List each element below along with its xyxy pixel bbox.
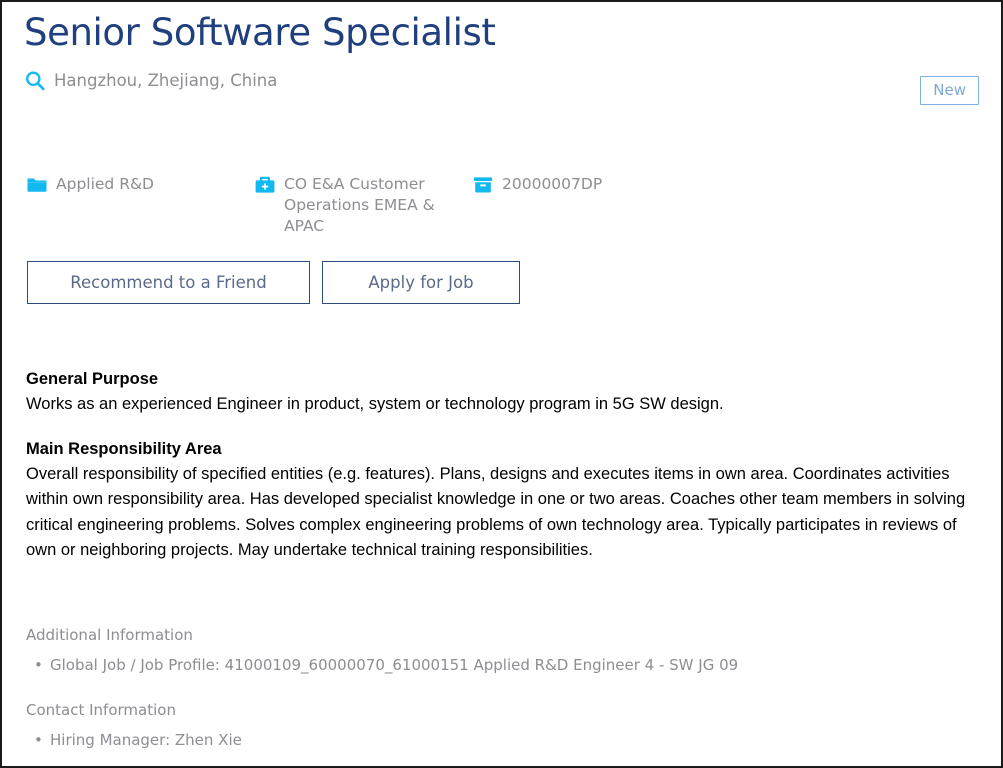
action-buttons: Recommend to a Friend Apply for Job [27, 261, 520, 304]
meta-item-organization: CO E&A Customer Operations EMEA & APAC [254, 174, 472, 237]
meta-text-organization: CO E&A Customer Operations EMEA & APAC [284, 175, 435, 235]
recommend-to-friend-button[interactable]: Recommend to a Friend [27, 261, 310, 304]
job-meta-row: Applied R&D CO E&A Customer Operations E… [26, 174, 602, 237]
meta-item-job-id: 20000007DP [472, 174, 602, 196]
footer-spacer [26, 675, 966, 700]
archive-box-icon [472, 174, 494, 196]
briefcase-icon [254, 174, 276, 196]
contact-information-label: Contact Information [26, 701, 176, 719]
section-body-general-purpose: Works as an experienced Engineer in prod… [26, 395, 724, 413]
section-heading-main-responsibility: Main Responsibility Area [26, 439, 222, 458]
location-row: Hangzhou, Zhejiang, China [24, 70, 979, 92]
section-heading-general-purpose: General Purpose [26, 370, 159, 388]
additional-information-list: Global Job / Job Profile: 41000109_60000… [26, 655, 966, 675]
job-description: General Purpose Works as an experienced … [26, 368, 970, 564]
folder-icon [26, 174, 48, 196]
search-icon [24, 70, 46, 92]
location-text: Hangzhou, Zhejiang, China [54, 71, 278, 90]
apply-for-job-button[interactable]: Apply for Job [322, 261, 520, 304]
list-item: Hiring Manager: Zhen Xie [26, 730, 966, 750]
page-title: Senior Software Specialist [24, 11, 496, 54]
meta-text-department: Applied R&D [56, 175, 154, 193]
meta-item-department: Applied R&D [26, 174, 254, 196]
section-body-main-responsibility: Overall responsibility of specified enti… [26, 464, 966, 560]
contact-information-list: Hiring Manager: Zhen Xie [26, 730, 966, 750]
page-header: Senior Software Specialist Hangzhou, Zhe… [24, 10, 979, 105]
job-posting-page: Senior Software Specialist Hangzhou, Zhe… [0, 0, 1003, 768]
meta-text-job-id: 20000007DP [502, 175, 603, 193]
footer-information: Additional Information Global Job / Job … [26, 625, 966, 750]
list-item: Global Job / Job Profile: 41000109_60000… [26, 655, 966, 675]
status-badge: New [920, 76, 979, 105]
additional-information-label: Additional Information [26, 626, 193, 644]
